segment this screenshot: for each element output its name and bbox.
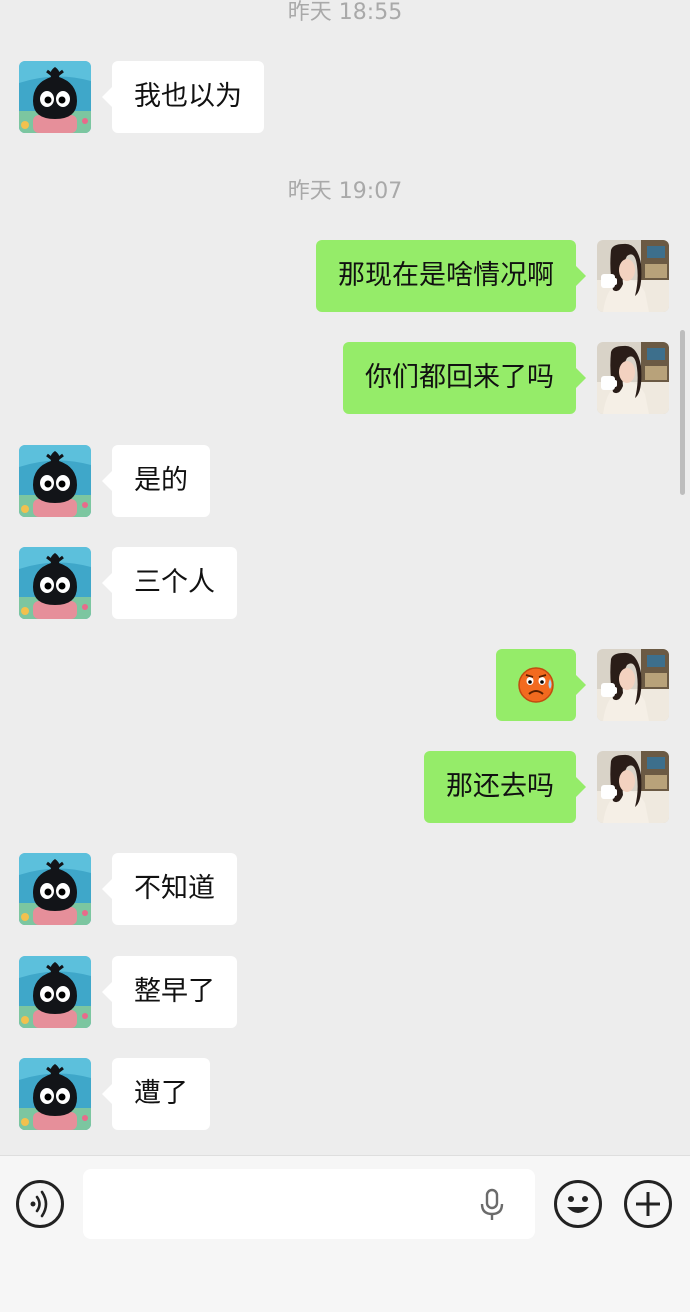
voice-mode-button[interactable] <box>16 1180 64 1228</box>
contact-avatar[interactable] <box>19 853 91 925</box>
received-message[interactable]: 不知道 <box>102 853 237 925</box>
timestamp: 昨天 19:07 <box>287 179 403 204</box>
received-message[interactable]: 整早了 <box>102 956 237 1028</box>
contact-avatar[interactable] <box>19 1058 91 1130</box>
contact-avatar[interactable] <box>19 61 91 133</box>
emoji-button[interactable] <box>554 1180 602 1228</box>
plus-button[interactable] <box>624 1180 672 1228</box>
microphone-icon[interactable] <box>477 1188 507 1222</box>
received-message[interactable]: 我也以为 <box>102 61 264 133</box>
my-avatar[interactable] <box>597 342 669 414</box>
received-message[interactable]: 三个人 <box>102 547 237 619</box>
my-avatar[interactable] <box>597 751 669 823</box>
contact-avatar[interactable] <box>19 956 91 1028</box>
voice-mode-icon <box>30 1190 48 1218</box>
scrollbar[interactable] <box>680 330 685 495</box>
message-input[interactable] <box>83 1169 535 1239</box>
received-message[interactable]: 是的 <box>102 445 210 517</box>
plus-icon <box>636 1192 660 1216</box>
timestamp: 昨天 18:55 <box>287 0 403 25</box>
contact-avatar[interactable] <box>19 445 91 517</box>
received-message[interactable]: 遭了 <box>102 1058 210 1130</box>
chat-area[interactable]: 昨天 18:55 我也以为 昨天 19:07 那现在是啥情况啊 你们都回来了吗 … <box>0 0 690 1155</box>
contact-avatar[interactable] <box>19 547 91 619</box>
my-avatar[interactable] <box>597 649 669 721</box>
sent-message[interactable]: 那现在是啥情况啊 <box>316 240 586 312</box>
my-avatar[interactable] <box>597 240 669 312</box>
sent-message[interactable]: 你们都回来了吗 <box>343 342 586 414</box>
sent-message[interactable]: 那还去吗 <box>424 751 586 823</box>
input-bar <box>0 1155 690 1312</box>
distressed-face-emoji <box>518 667 554 703</box>
sent-emoji-message[interactable] <box>496 649 586 721</box>
emoji-smile-icon <box>567 1196 589 1213</box>
